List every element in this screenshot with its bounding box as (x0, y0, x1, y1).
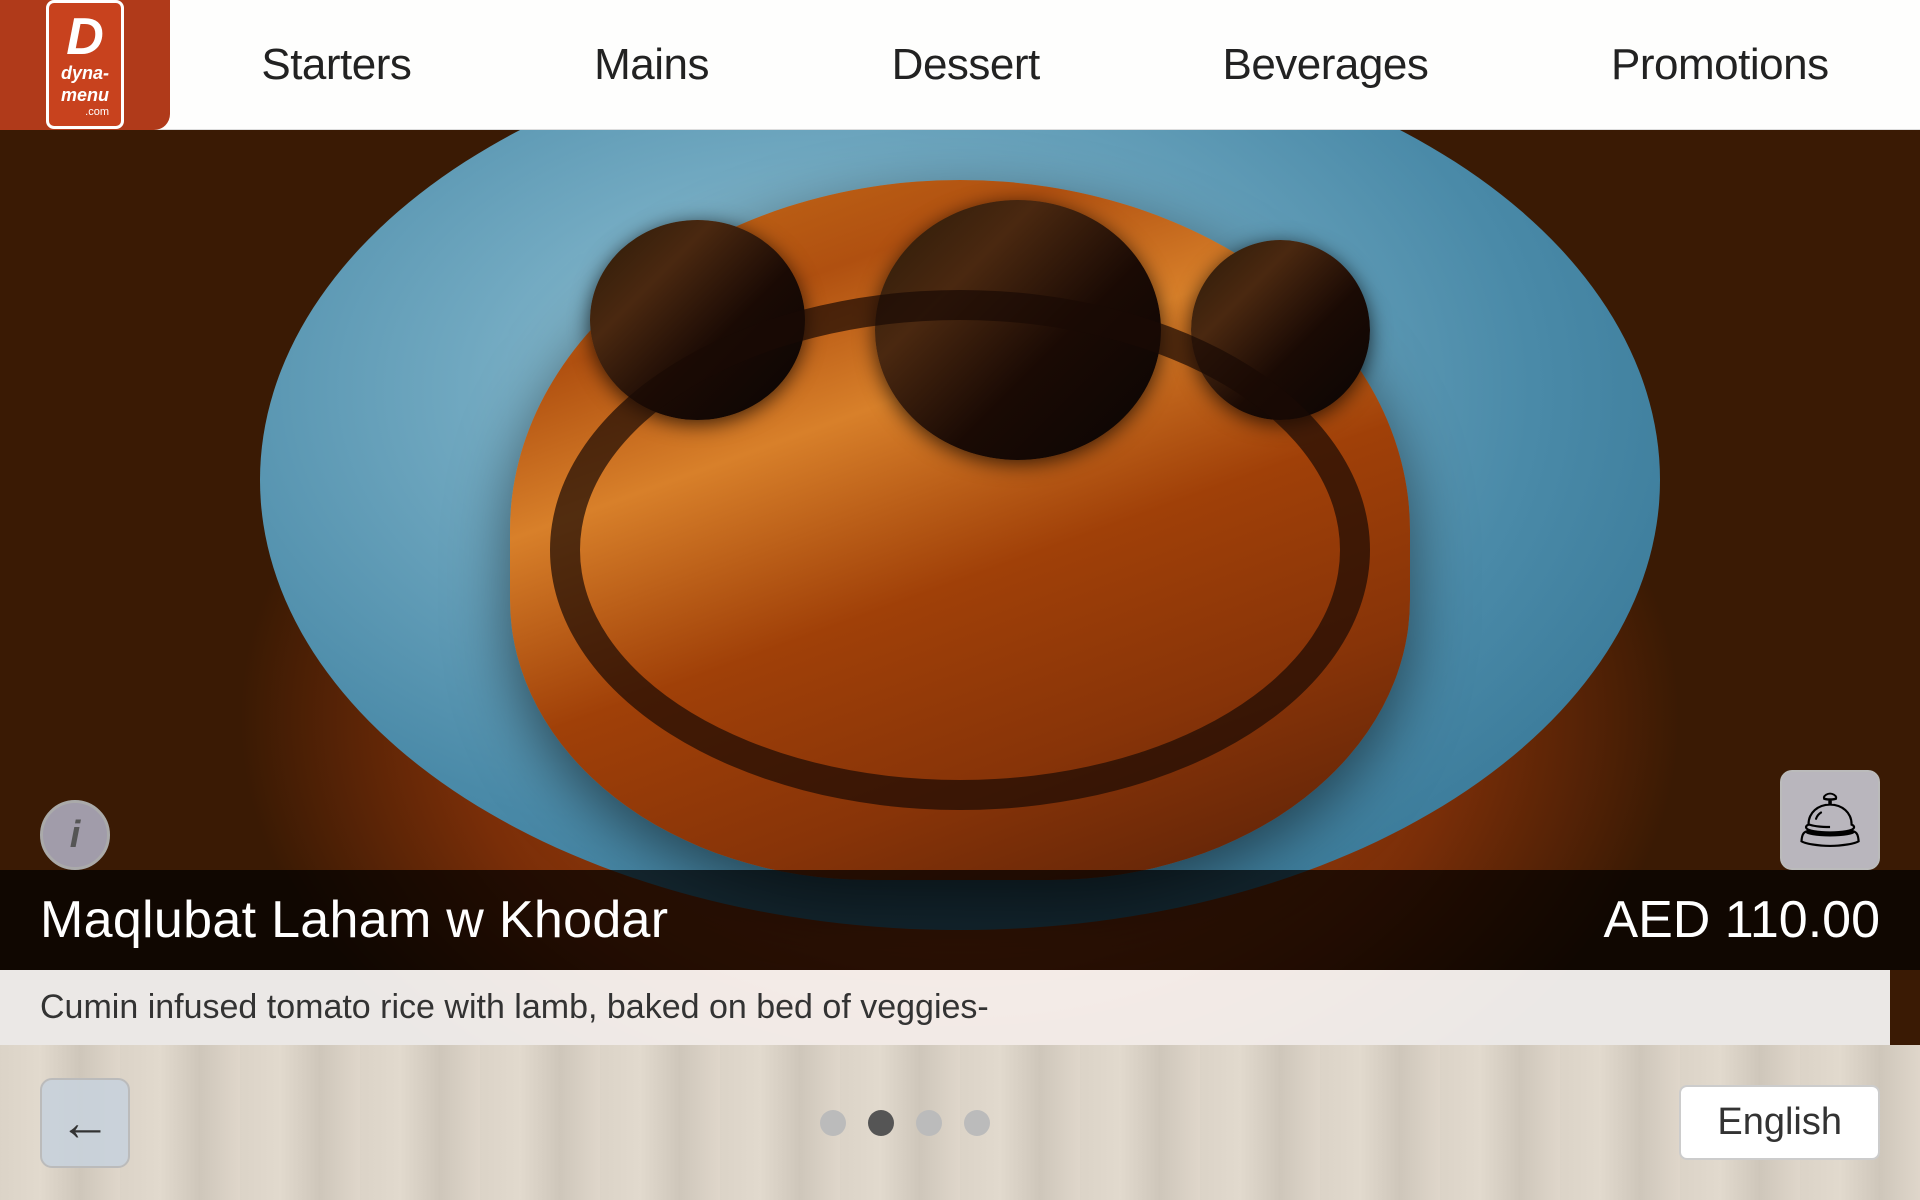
nav-beverages[interactable]: Beverages (1202, 0, 1448, 129)
logo[interactable]: D dyna- menu .com (0, 0, 170, 130)
logo-text: dyna- menu (61, 63, 109, 106)
nav-promotions[interactable]: Promotions (1591, 0, 1849, 129)
dish-description: Cumin infused tomato rice with lamb, bak… (40, 988, 989, 1026)
info-icon: i (70, 814, 81, 857)
title-bar: Maqlubat Laham w Khodar AED 110.00 (0, 870, 1920, 970)
info-button[interactable]: i (40, 800, 110, 870)
back-button[interactable]: ← (40, 1078, 130, 1168)
logo-d: D (61, 11, 109, 63)
waiter-icon: 🛎 (1794, 787, 1865, 853)
header: D dyna- menu .com Starters Mains Dessert… (0, 0, 1920, 130)
carousel-dot-3[interactable] (916, 1110, 942, 1136)
language-button[interactable]: English (1679, 1085, 1880, 1160)
back-arrow-icon: ← (59, 1093, 111, 1153)
order-button[interactable]: 🛎 (1780, 770, 1880, 870)
dish-wrap (550, 290, 1370, 810)
carousel-dot-4[interactable] (964, 1110, 990, 1136)
dish-price: AED 110.00 (1603, 890, 1880, 950)
carousel-dots (820, 1110, 990, 1136)
nav-starters[interactable]: Starters (241, 0, 431, 129)
carousel-dot-1[interactable] (820, 1110, 846, 1136)
nav-dessert[interactable]: Dessert (872, 0, 1060, 129)
carousel-dot-2[interactable] (868, 1110, 894, 1136)
dish-name: Maqlubat Laham w Khodar (40, 890, 668, 950)
logo-com: .com (61, 106, 109, 118)
description-bar: Cumin infused tomato rice with lamb, bak… (0, 970, 1890, 1045)
nav-mains[interactable]: Mains (574, 0, 729, 129)
navigation: Starters Mains Dessert Beverages Promoti… (170, 0, 1920, 129)
bottom-bar: ← English (0, 1045, 1920, 1200)
